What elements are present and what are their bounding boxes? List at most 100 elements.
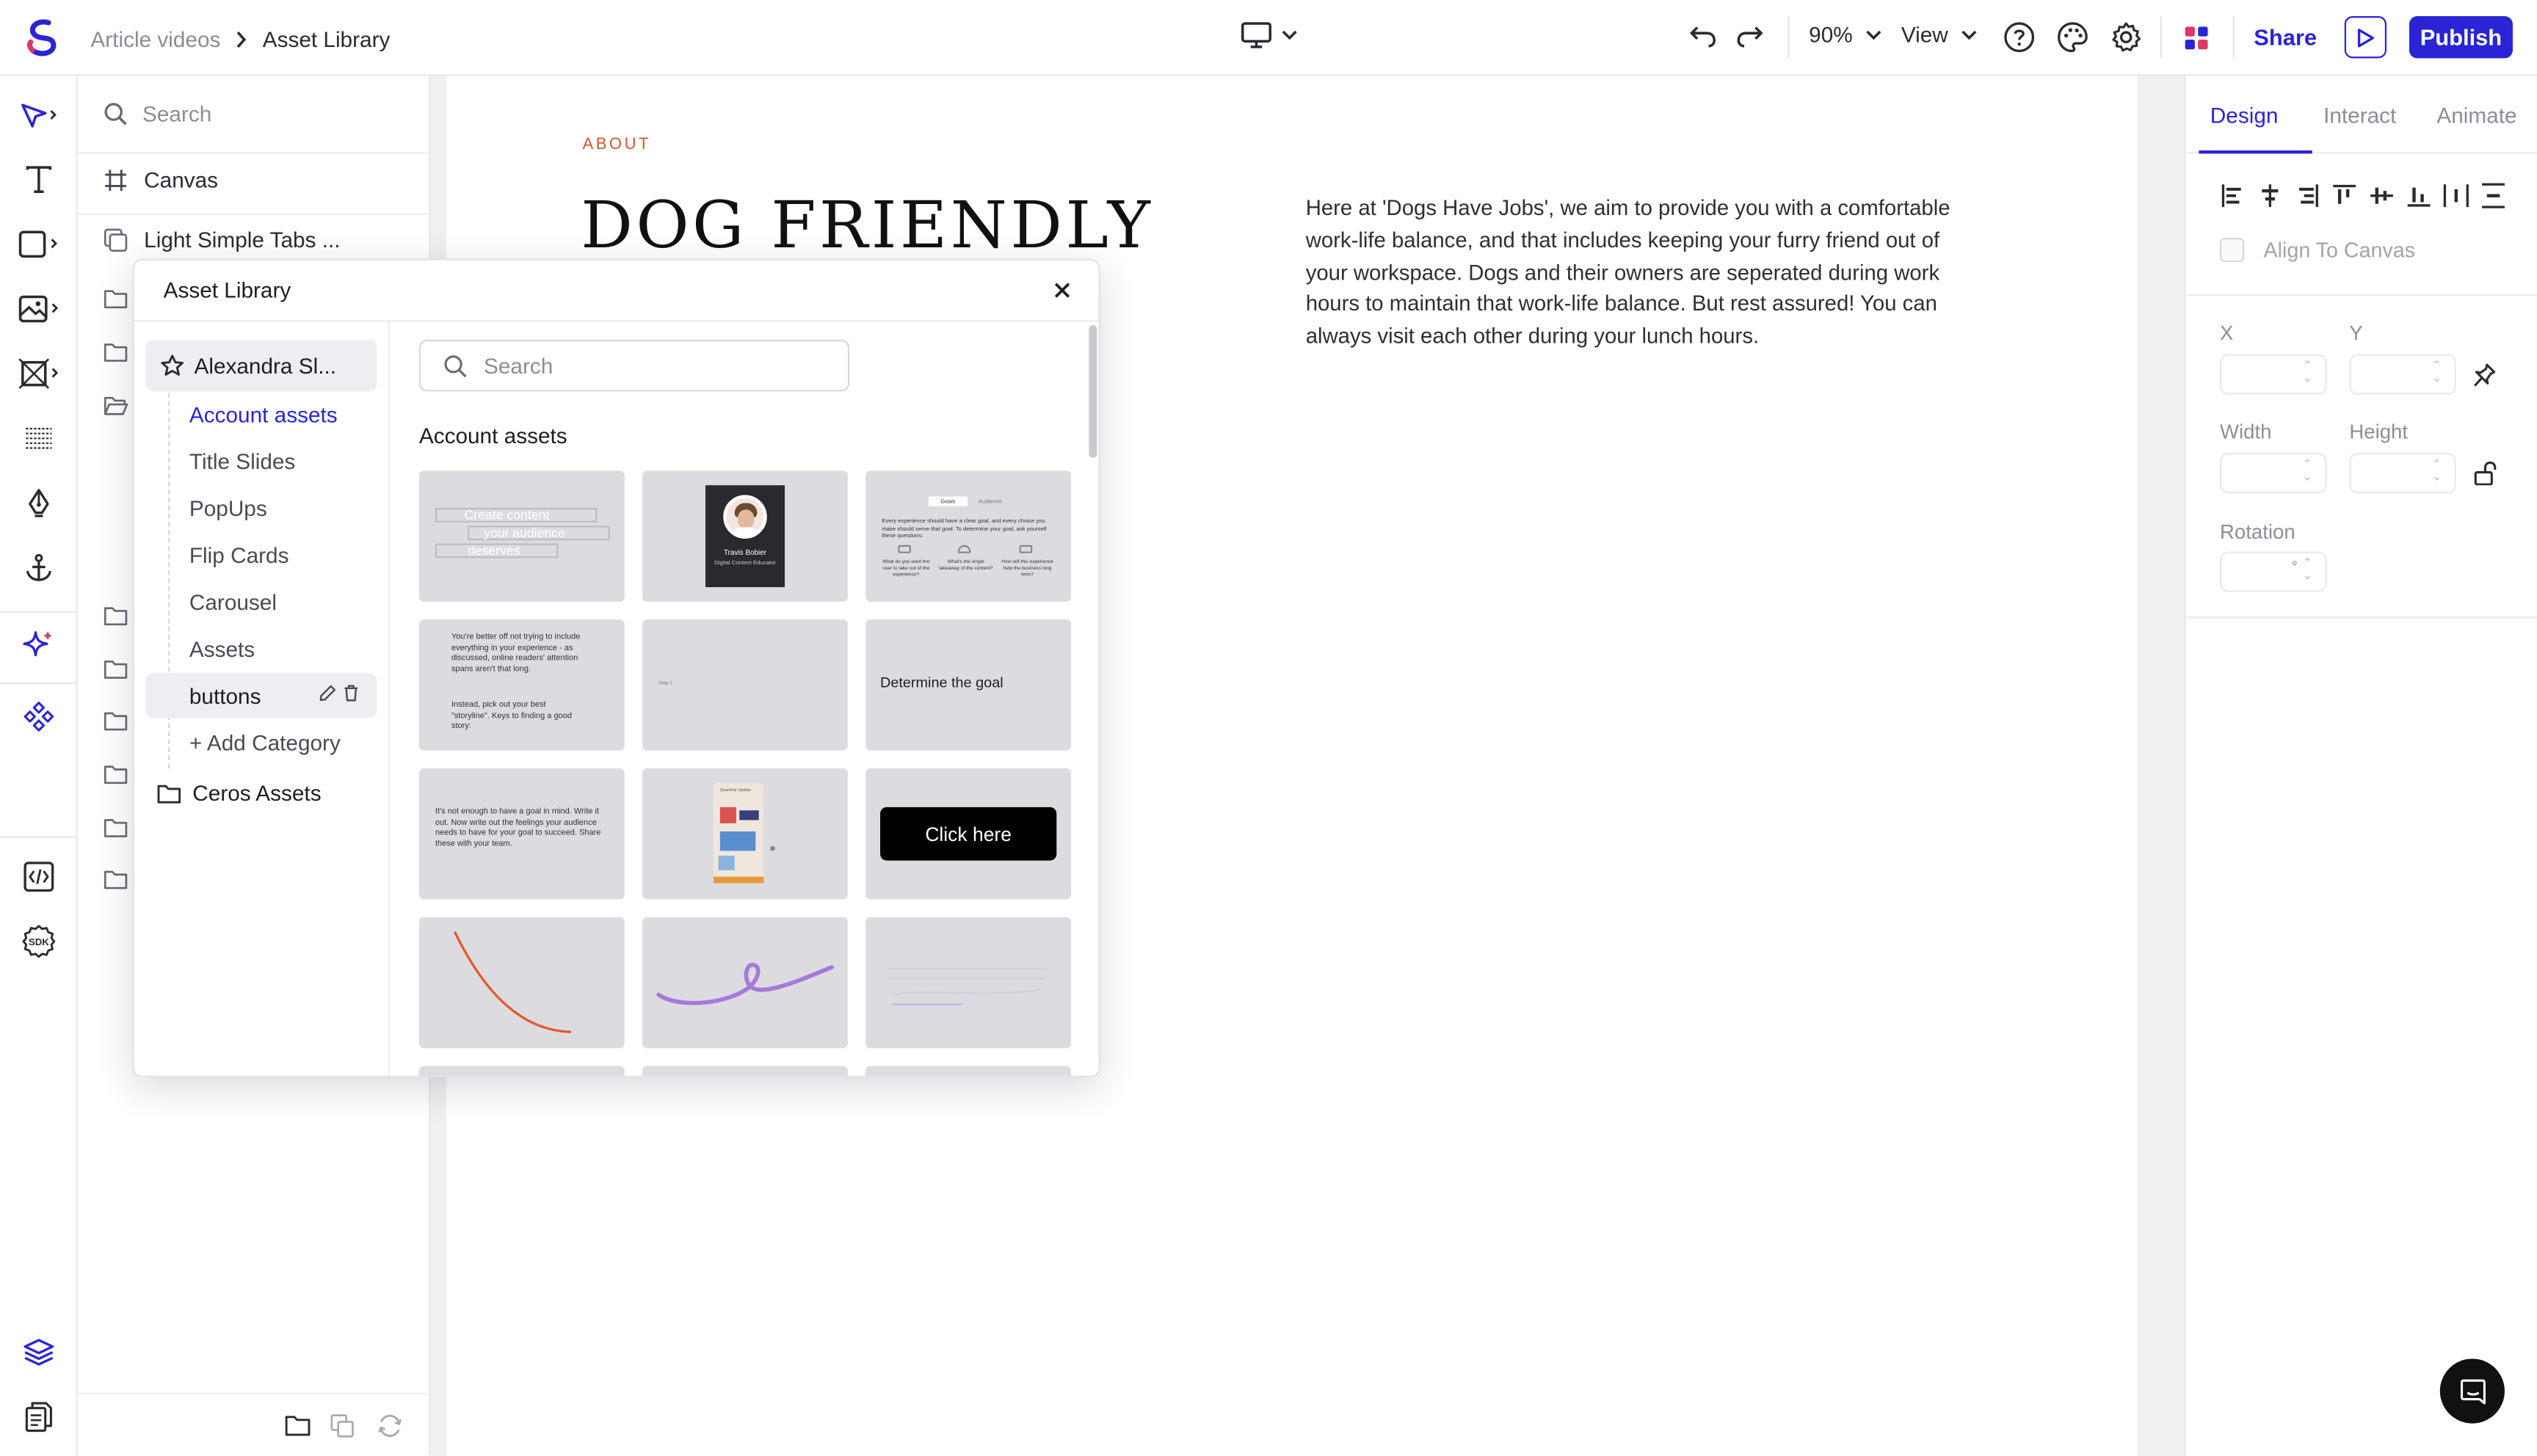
section-body-text[interactable]: Here at 'Dogs Have Jobs', we aim to prov… [1306,192,1986,352]
undo-icon[interactable] [1689,23,1716,48]
owner-library-item[interactable]: Alexandra Sl... [145,339,377,392]
align-middle-v-icon[interactable] [2369,183,2395,208]
ai-sparkle-tool[interactable] [0,621,78,669]
canvas-label: Canvas [144,168,219,193]
asset-thumb-profile-card[interactable]: Travis Bobier Digital Content Educator [642,470,848,602]
asset-thumb[interactable] [642,1066,848,1076]
preview-play-button[interactable] [2344,16,2387,59]
asset-thumb-purple-squiggle[interactable] [642,917,848,1049]
chat-icon [2458,1377,2486,1405]
share-button[interactable]: Share [2254,24,2317,50]
category-title-slides[interactable]: Title Slides [189,450,295,474]
category-flip-cards[interactable]: Flip Cards [189,544,289,568]
folder-icon[interactable] [104,817,128,838]
close-icon[interactable] [1053,282,1071,299]
width-input[interactable]: ⌃ ⌄ [2220,453,2327,494]
hotspot-tool[interactable] [0,414,78,462]
align-right-icon[interactable] [2294,183,2320,208]
modal-scrollbar[interactable] [1089,325,1097,458]
trash-icon[interactable] [343,684,359,702]
layers-search[interactable]: Search [77,76,429,154]
x-input[interactable]: ⌃ ⌄ [2220,354,2327,395]
breadcrumb-parent[interactable]: Article videos [90,26,220,51]
code-embed-tool[interactable] [0,853,78,901]
settings-gear-icon[interactable] [2110,21,2142,54]
asset-thumb-click-button[interactable]: Click here [865,768,1072,900]
thumb-icon [957,545,971,553]
zoom-select[interactable]: 90% [1809,23,1881,47]
align-top-icon[interactable] [2331,183,2357,208]
sync-icon[interactable] [377,1413,403,1438]
distribute-v-icon[interactable] [2480,183,2506,208]
folder-icon[interactable] [104,710,128,732]
shape-tool[interactable] [0,220,78,269]
sdk-tool[interactable]: SDK [0,917,78,966]
add-category-button[interactable]: + Add Category [189,731,341,755]
asset-thumb-orange-curve[interactable] [418,917,625,1049]
category-carousel[interactable]: Carousel [189,590,277,614]
image-tool[interactable] [0,285,78,333]
layers-tool[interactable] [0,1328,78,1377]
folder-icon[interactable] [104,288,128,309]
unlock-icon[interactable] [2474,461,2497,486]
asset-thumb-goal-in-mind[interactable]: It's not enough to have a goal in mind. … [418,768,625,900]
edit-pencil-icon[interactable] [319,684,336,702]
device-preview-select[interactable] [1241,21,1298,48]
components-tool[interactable] [0,692,78,740]
folder-open-icon[interactable] [104,395,128,416]
align-bottom-icon[interactable] [2406,183,2431,208]
category-popups[interactable]: PopUps [189,497,267,521]
asset-thumb-goals-tabs[interactable]: Goals Audience Every experience should h… [865,470,1072,602]
section-heading[interactable]: DOG FRIENDLY [581,189,1153,263]
ceros-assets-item[interactable]: Ceros Assets [157,782,322,806]
asset-thumb[interactable] [865,1066,1072,1076]
tab-design[interactable]: Design [2210,103,2279,128]
layer-row-tabs[interactable]: Light Simple Tabs ... [104,228,341,252]
publish-button[interactable]: Publish [2409,16,2513,59]
asset-thumb-create-content[interactable]: Create content your audience deserves [418,470,625,602]
align-to-canvas-checkbox[interactable] [2220,238,2245,263]
apps-grid-icon[interactable] [2185,26,2209,50]
pin-icon[interactable] [2472,363,2497,388]
new-folder-icon[interactable] [285,1413,311,1436]
duplicate-icon[interactable] [330,1413,355,1438]
tab-animate[interactable]: Animate [2436,103,2516,128]
rotation-input[interactable]: ° ⌃ ⌄ [2220,551,2327,592]
asset-thumb-storyline-text[interactable]: You're better off not trying to include … [418,619,625,751]
asset-thumb-step[interactable]: Step 1 [642,619,848,751]
folder-icon[interactable] [104,658,128,680]
folder-icon[interactable] [104,763,128,785]
folder-icon[interactable] [104,869,128,890]
section-eyebrow[interactable]: ABOUT [582,136,651,153]
category-account-assets[interactable]: Account assets [189,403,338,427]
help-icon[interactable] [2003,21,2036,54]
asset-search-input[interactable]: Search [418,339,850,392]
pen-tool[interactable] [0,478,78,527]
asset-thumb-determine-goal[interactable]: Determine the goal [865,619,1072,751]
asset-thumb-phone-mockup[interactable]: Quarterly Update [642,768,848,900]
text-tool[interactable] [0,156,78,204]
ceros-logo-icon[interactable] [23,18,65,59]
tab-interact[interactable]: Interact [2323,103,2396,128]
align-center-h-icon[interactable] [2257,183,2283,208]
frame-tool[interactable] [0,349,78,398]
chat-support-button[interactable] [2439,1358,2505,1424]
align-left-icon[interactable] [2220,183,2246,208]
anchor-tool[interactable] [0,544,78,592]
select-tool[interactable] [0,90,78,139]
folder-icon[interactable] [104,605,128,626]
height-input[interactable]: ⌃ ⌄ [2349,453,2456,494]
align-to-canvas-row[interactable]: Align To Canvas [2220,238,2415,263]
view-menu[interactable]: View [1901,23,1978,47]
asset-thumb-faint-lines[interactable] [865,917,1072,1049]
redo-icon[interactable] [1736,23,1763,48]
y-input[interactable]: ⌃ ⌄ [2349,354,2456,395]
canvas-row[interactable]: Canvas [104,168,218,192]
pages-tool[interactable] [0,1393,78,1441]
palette-icon[interactable] [2056,21,2088,54]
distribute-h-icon[interactable] [2443,183,2469,208]
category-buttons-row[interactable]: buttons [145,672,377,718]
folder-icon[interactable] [104,341,128,363]
asset-thumb[interactable] [418,1066,625,1076]
category-assets[interactable]: Assets [189,637,255,661]
